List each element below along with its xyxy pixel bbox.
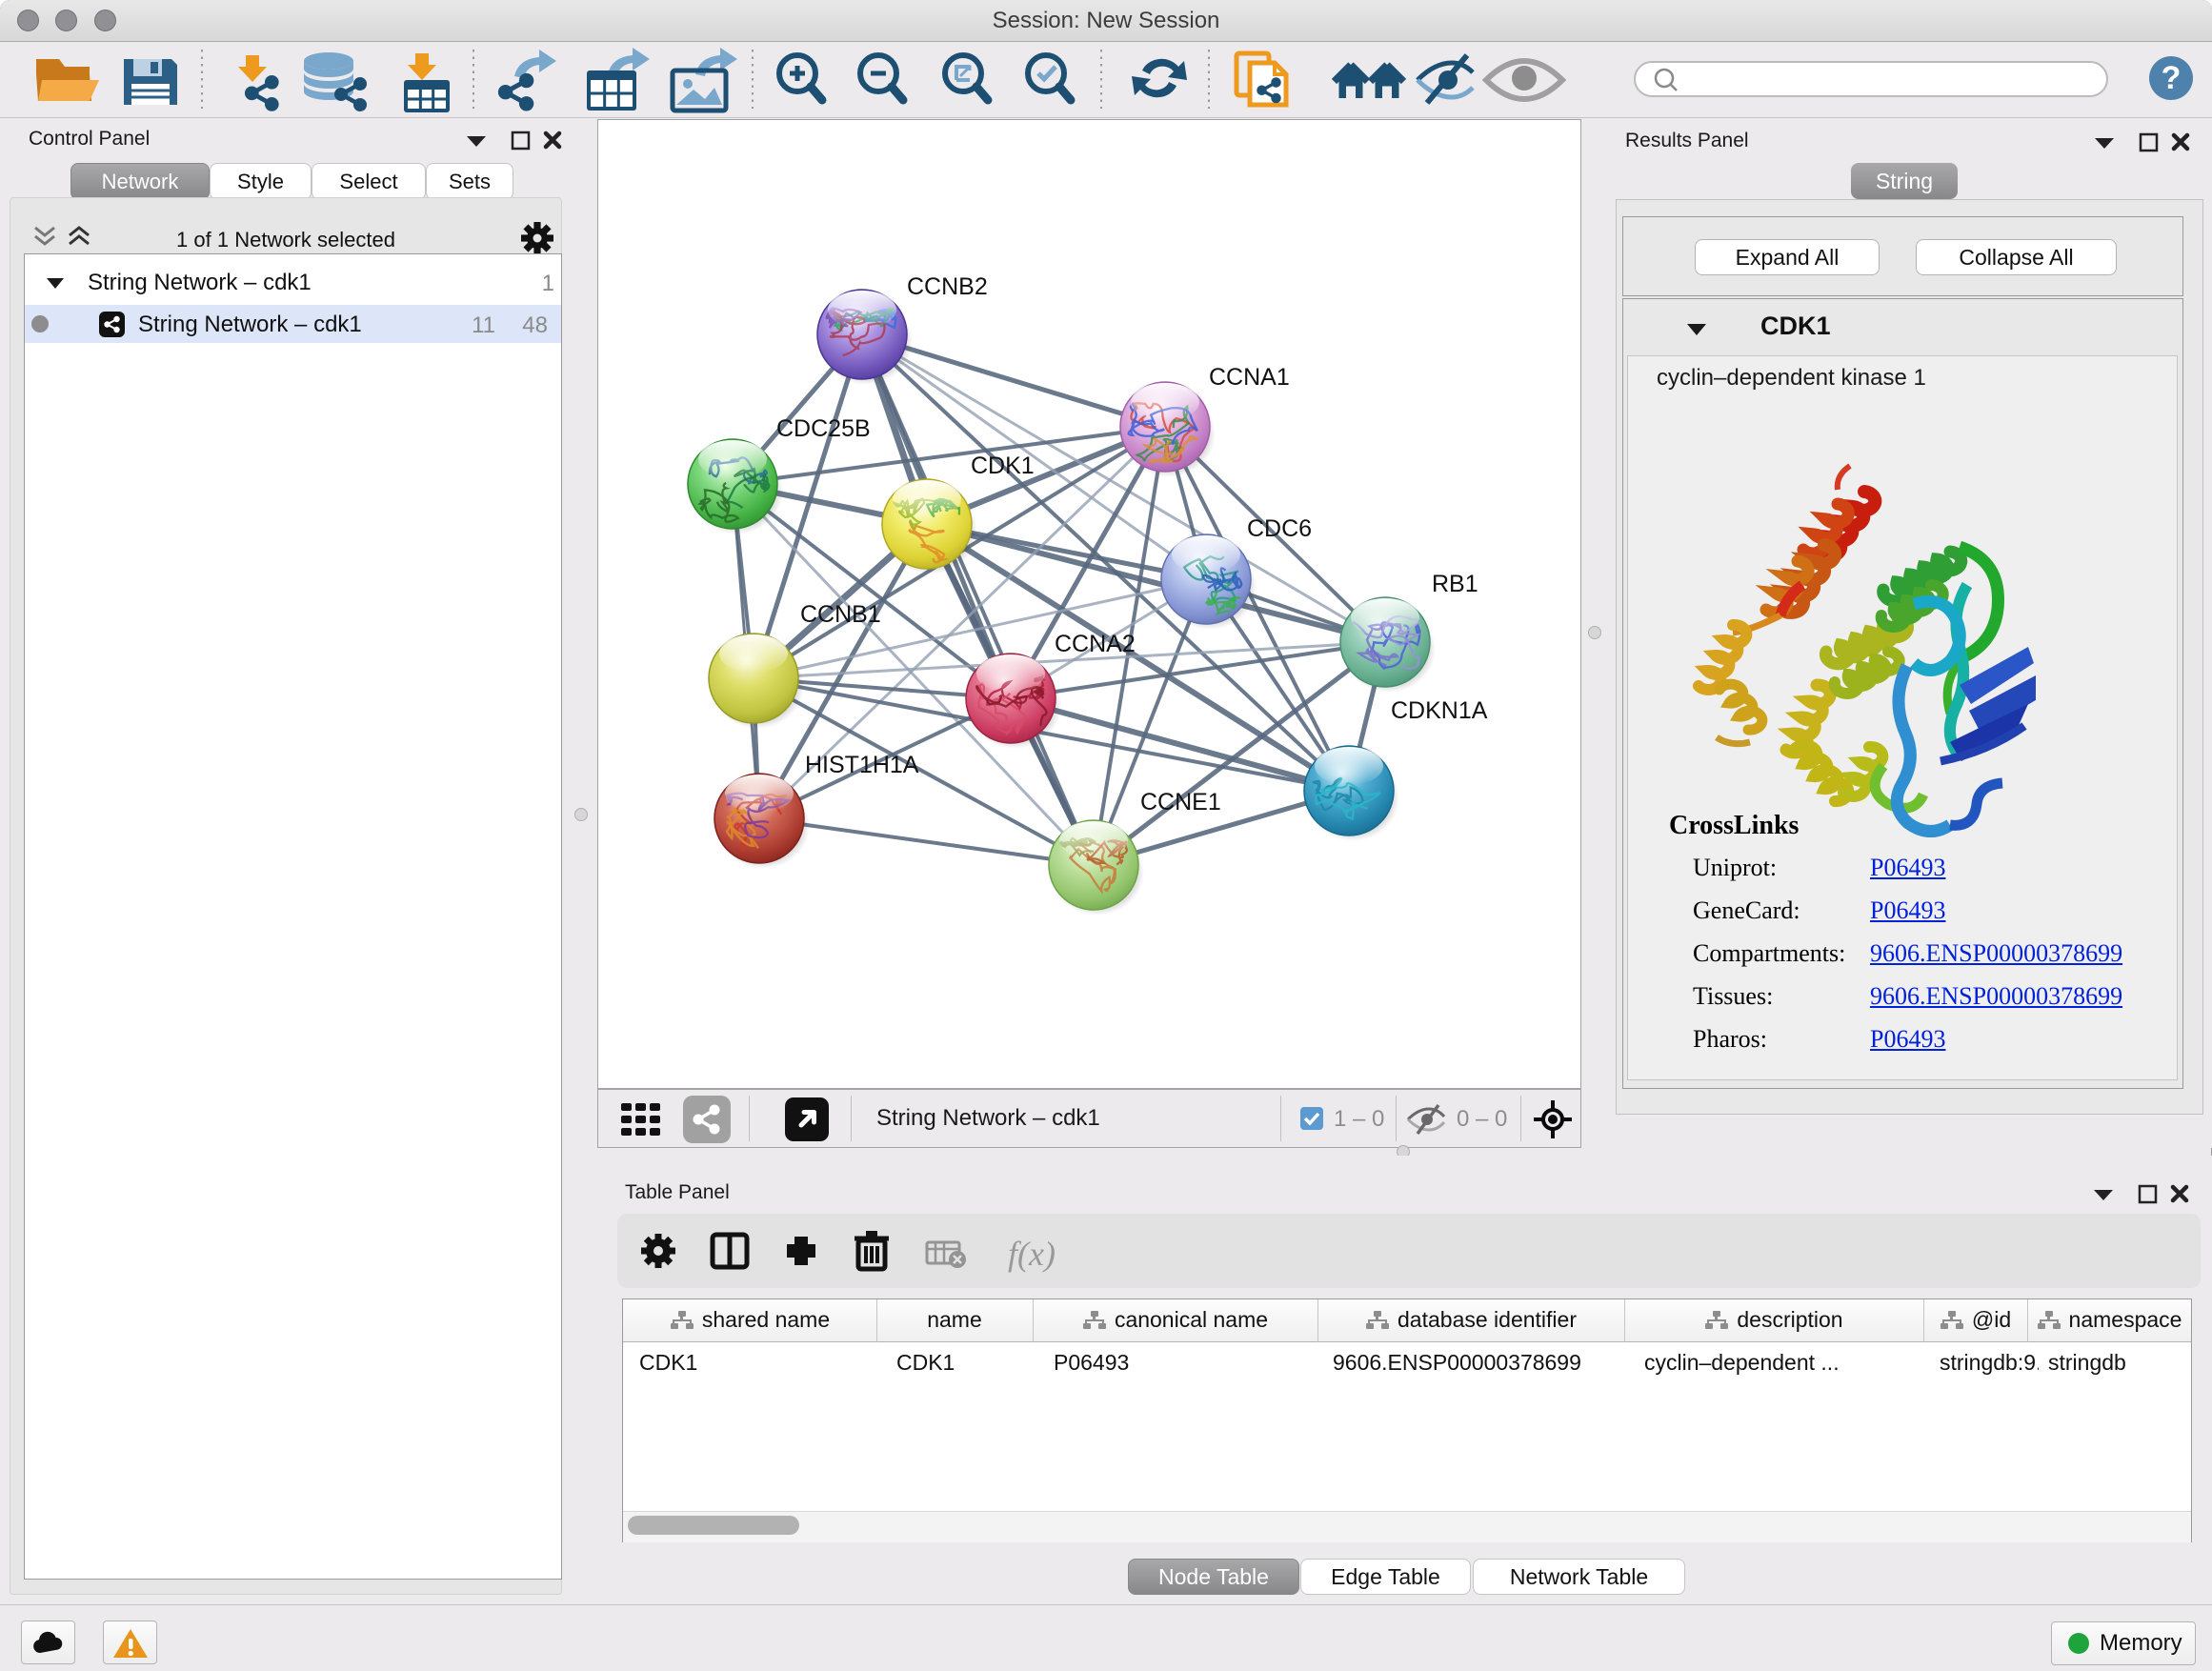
svg-text:CDK1: CDK1 <box>971 453 1035 479</box>
svg-text:CCNB2: CCNB2 <box>907 273 988 300</box>
svg-text:CDC6: CDC6 <box>1247 515 1312 542</box>
svg-text:RB1: RB1 <box>1432 571 1478 597</box>
svg-text:CCNA2: CCNA2 <box>1055 631 1136 657</box>
svg-text:CCNA1: CCNA1 <box>1209 364 1290 391</box>
svg-text:CCNB1: CCNB1 <box>800 601 881 628</box>
svg-text:CDKN1A: CDKN1A <box>1391 697 1488 724</box>
svg-text:CCNE1: CCNE1 <box>1140 789 1221 815</box>
svg-text:CDC25B: CDC25B <box>776 415 871 442</box>
svg-text:HIST1H1A: HIST1H1A <box>805 752 919 778</box>
